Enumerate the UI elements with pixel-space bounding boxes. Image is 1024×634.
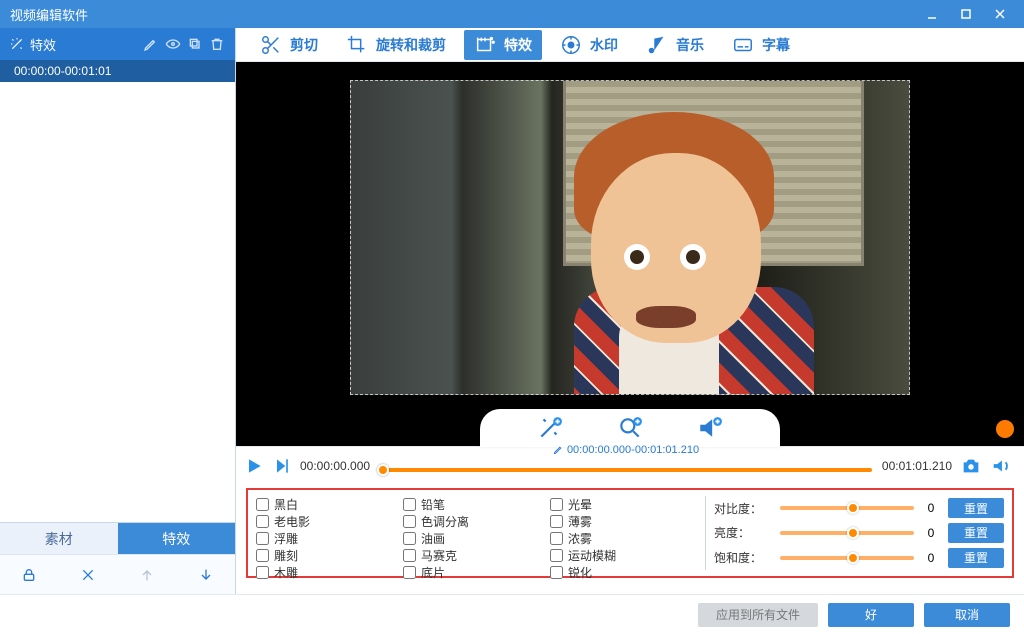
timeline-knob[interactable] [377, 464, 389, 476]
edit-pen-icon [553, 444, 564, 455]
slider-track[interactable] [780, 506, 914, 510]
subtitle-icon [732, 34, 754, 56]
close-button[interactable] [986, 4, 1014, 24]
fx-check[interactable]: 木雕 [256, 564, 403, 581]
sidebar-tabs: 素材 特效 [0, 522, 235, 554]
play-button[interactable] [244, 456, 264, 476]
video-frame[interactable] [350, 80, 910, 395]
tool-music[interactable]: 音乐 [636, 30, 714, 60]
slider-track[interactable] [780, 531, 914, 535]
fx-check[interactable]: 马赛克 [403, 547, 550, 564]
apply-all-button[interactable]: 应用到所有文件 [698, 603, 818, 627]
fx-check[interactable]: 铅笔 [403, 496, 550, 513]
slider-contrast: 对比度： 0 重置 [714, 498, 1004, 518]
sliders: 对比度： 0 重置 亮度： 0 重置 饱和度： 0 重置 [714, 496, 1004, 570]
sidebar: 特效 00:00:00-00:01:01 素材 特效 [0, 28, 236, 594]
minimize-button[interactable] [918, 4, 946, 24]
fx-check[interactable]: 浮雕 [256, 530, 403, 547]
fx-check[interactable]: 薄雾 [550, 513, 697, 530]
main: 剪切 旋转和裁剪 特效 水印 音乐 字幕 [236, 28, 1024, 594]
tool-watermark[interactable]: 水印 [550, 30, 628, 60]
fx-check[interactable]: 油画 [403, 530, 550, 547]
mute-button[interactable] [990, 455, 1012, 477]
watermark-icon [560, 34, 582, 56]
fx-checks: 黑白 铅笔 光晕 老电影 色调分离 薄雾 浮雕 油画 浓雾 雕刻 马赛克 运动模… [256, 496, 697, 570]
maximize-button[interactable] [952, 4, 980, 24]
move-up-icon[interactable] [135, 563, 159, 587]
toolbar: 剪切 旋转和裁剪 特效 水印 音乐 字幕 [236, 28, 1024, 62]
ok-button[interactable]: 好 [828, 603, 914, 627]
tab-material[interactable]: 素材 [0, 523, 118, 554]
music-icon [646, 34, 668, 56]
tool-effects[interactable]: 特效 [464, 30, 542, 60]
slider-saturation: 饱和度： 0 重置 [714, 548, 1004, 568]
titlebar: 视频编辑软件 [0, 0, 1024, 28]
sidebar-header: 特效 [0, 28, 235, 60]
sidebar-empty [0, 82, 235, 522]
move-down-icon[interactable] [194, 563, 218, 587]
snapshot-button[interactable] [960, 455, 982, 477]
timeline: 00:00:00.000 00:00:00.000-00:01:01.210 0… [236, 446, 1024, 484]
eye-icon[interactable] [165, 36, 181, 52]
slider-brightness: 亮度： 0 重置 [714, 523, 1004, 543]
edit-icon[interactable] [143, 36, 159, 52]
reset-button[interactable]: 重置 [948, 498, 1004, 518]
fx-check[interactable]: 老电影 [256, 513, 403, 530]
tool-rotate-crop[interactable]: 旋转和裁剪 [336, 30, 456, 60]
fx-check[interactable]: 光晕 [550, 496, 697, 513]
fx-panel: 黑白 铅笔 光晕 老电影 色调分离 薄雾 浮雕 油画 浓雾 雕刻 马赛克 运动模… [246, 488, 1014, 578]
scissors-icon [260, 34, 282, 56]
remove-icon[interactable] [76, 563, 100, 587]
lock-icon[interactable] [17, 563, 41, 587]
fx-check[interactable]: 锐化 [550, 564, 697, 581]
tab-effects[interactable]: 特效 [118, 523, 236, 554]
clip-range-row[interactable]: 00:00:00-00:01:01 [0, 60, 235, 82]
step-button[interactable] [272, 456, 292, 476]
sidebar-actions [0, 554, 235, 594]
clip-range-text: 00:00:00-00:01:01 [14, 64, 111, 78]
window-title: 视频编辑软件 [10, 5, 912, 24]
quick-fx-bar [480, 409, 780, 447]
crop-icon [346, 34, 368, 56]
reset-button[interactable]: 重置 [948, 548, 1004, 568]
wand-icon [10, 37, 24, 51]
tool-cut[interactable]: 剪切 [250, 30, 328, 60]
fx-check[interactable]: 雕刻 [256, 547, 403, 564]
volume-plus-icon[interactable] [697, 415, 723, 441]
preview-area [236, 62, 1024, 446]
slider-knob[interactable] [847, 502, 859, 514]
cancel-button[interactable]: 取消 [924, 603, 1010, 627]
brand-logo [996, 420, 1014, 438]
fx-check[interactable]: 黑白 [256, 496, 403, 513]
time-start: 00:00:00.000 [300, 459, 370, 473]
delete-icon[interactable] [209, 36, 225, 52]
copy-icon[interactable] [187, 36, 203, 52]
slider-knob[interactable] [847, 527, 859, 539]
tool-subtitle[interactable]: 字幕 [722, 30, 800, 60]
reset-button[interactable]: 重置 [948, 523, 1004, 543]
fx-check[interactable]: 底片 [403, 564, 550, 581]
timeline-track[interactable]: 00:00:00.000-00:01:01.210 [380, 458, 872, 474]
slider-track[interactable] [780, 556, 914, 560]
sidebar-header-label: 特效 [30, 35, 56, 54]
wand-plus-icon[interactable] [537, 415, 563, 441]
zoom-plus-icon[interactable] [617, 415, 643, 441]
fx-check[interactable]: 色调分离 [403, 513, 550, 530]
fx-check[interactable]: 运动模糊 [550, 547, 697, 564]
time-end: 00:01:01.210 [882, 459, 952, 473]
bottombar: 应用到所有文件 好 取消 [0, 594, 1024, 634]
slider-knob[interactable] [847, 552, 859, 564]
fx-check[interactable]: 浓雾 [550, 530, 697, 547]
time-range-label: 00:00:00.000-00:01:01.210 [553, 444, 699, 456]
panel-divider [705, 496, 706, 570]
effects-icon [474, 34, 496, 56]
